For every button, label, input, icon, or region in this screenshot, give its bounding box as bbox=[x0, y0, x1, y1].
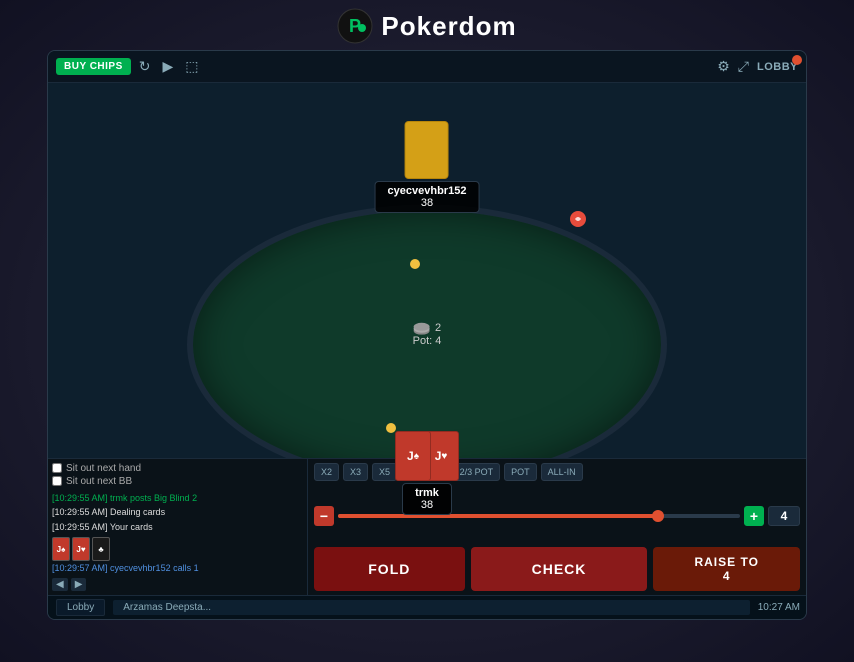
fold-button[interactable]: FOLD bbox=[314, 547, 465, 591]
bet-value: 4 bbox=[768, 506, 800, 526]
close-dot bbox=[792, 55, 802, 65]
bet-size-row: X2 X3 X5 1/2 POT 2/3 POT POT ALL-IN bbox=[314, 463, 800, 481]
status-bar: Lobby Arzamas Deepsta... 10:27 AM bbox=[48, 595, 807, 619]
chat-area: Sit out next hand Sit out next BB [10:29… bbox=[48, 459, 308, 595]
preview-card-2: J♥ bbox=[72, 537, 90, 561]
red-icon bbox=[570, 211, 586, 227]
play-icon[interactable]: ▶ bbox=[159, 56, 178, 77]
slider-decrease[interactable]: − bbox=[314, 506, 334, 526]
hero-name: trmk bbox=[415, 487, 439, 499]
brand-bar: P Pokerdom bbox=[0, 0, 854, 50]
bet-two-thirds-pot-button[interactable]: 2/3 POT bbox=[453, 463, 501, 481]
settings-icon[interactable]: ⚙ bbox=[717, 58, 730, 75]
opponent-info: cyecvevhbr152 38 bbox=[375, 181, 480, 213]
action-buttons: FOLD CHECK RAISE TO 4 bbox=[314, 547, 800, 591]
pot-info: 2 Pot: 4 bbox=[413, 321, 442, 347]
exit-icon[interactable]: ⬚ bbox=[181, 56, 202, 77]
chips-icon bbox=[413, 321, 431, 335]
chat-log: [10:29:55 AM] trmk posts Big Blind 2 [10… bbox=[52, 491, 303, 576]
opponent-name: cyecvevhbr152 bbox=[388, 185, 467, 197]
bet-all-in-button[interactable]: ALL-IN bbox=[541, 463, 583, 481]
table-name: Arzamas Deepsta... bbox=[113, 600, 749, 615]
brand-name: Pokerdom bbox=[381, 11, 516, 42]
refresh-icon[interactable]: ↻ bbox=[135, 56, 155, 77]
raise-label: RAISE TO bbox=[694, 555, 758, 569]
preview-card-3: ♣ bbox=[92, 537, 110, 561]
bet-x2-button[interactable]: X2 bbox=[314, 463, 339, 481]
status-lobby-button[interactable]: Lobby bbox=[56, 599, 105, 616]
chat-msg-3: [10:29:55 AM] Your cards bbox=[52, 520, 303, 535]
card-preview: J♠ J♥ ♣ bbox=[52, 537, 303, 561]
action-area: X2 X3 X5 1/2 POT 2/3 POT POT ALL-IN − + … bbox=[308, 459, 806, 595]
hero-cards: J♠ J♥ bbox=[395, 431, 459, 481]
chat-prev[interactable]: ◀ bbox=[52, 578, 68, 591]
pot-chips-amount: 2 bbox=[435, 322, 441, 334]
sit-out-bb-label[interactable]: Sit out next BB bbox=[52, 476, 303, 487]
bet-x5-button[interactable]: X5 bbox=[372, 463, 397, 481]
opponent-card bbox=[405, 121, 449, 179]
toolbar: BUY CHIPS ↻ ▶ ⬚ ⚙ ⤢ LOBBY bbox=[48, 51, 806, 83]
chat-msg-1: [10:29:55 AM] trmk posts Big Blind 2 bbox=[52, 491, 303, 506]
bet-pot-button[interactable]: POT bbox=[504, 463, 537, 481]
bet-slider-container: − + 4 bbox=[314, 485, 800, 547]
sit-out-bb-checkbox[interactable] bbox=[52, 476, 62, 486]
raise-amount: 4 bbox=[723, 569, 731, 583]
hero-chips: 38 bbox=[415, 499, 439, 511]
slider-increase[interactable]: + bbox=[744, 506, 764, 526]
sit-out-options: Sit out next hand Sit out next BB bbox=[52, 463, 303, 487]
player-bottom: J♠ J♥ trmk 38 bbox=[395, 431, 459, 515]
preview-card-1: J♠ bbox=[52, 537, 70, 561]
bet-x3-button[interactable]: X3 bbox=[343, 463, 368, 481]
brand-logo: P Pokerdom bbox=[337, 8, 516, 44]
chat-msg-2: [10:29:55 AM] Dealing cards bbox=[52, 505, 303, 520]
chat-msg-4: [10:29:57 AM] cyecvevhbr152 calls 1 bbox=[52, 561, 303, 576]
hero-card-1: J♠ bbox=[395, 431, 431, 481]
raise-button[interactable]: RAISE TO 4 bbox=[653, 547, 800, 591]
opponent-chips: 38 bbox=[388, 197, 467, 209]
slider-thumb[interactable] bbox=[652, 510, 664, 522]
pot-label: Pot: 4 bbox=[413, 335, 442, 347]
buy-chips-button[interactable]: BUY CHIPS bbox=[56, 58, 131, 75]
sit-out-hand-label[interactable]: Sit out next hand bbox=[52, 463, 303, 474]
status-time: 10:27 AM bbox=[758, 602, 800, 613]
chat-next[interactable]: ▶ bbox=[71, 578, 87, 591]
player-top: cyecvevhbr152 38 bbox=[375, 121, 480, 213]
sit-out-hand-checkbox[interactable] bbox=[52, 463, 62, 473]
table-area: cyecvevhbr152 38 2 Pot: 4 bbox=[48, 83, 806, 595]
dot-top bbox=[410, 259, 420, 269]
check-button[interactable]: CHECK bbox=[471, 547, 648, 591]
expand-icon[interactable]: ⤢ bbox=[734, 56, 753, 77]
brand-icon: P bbox=[337, 8, 373, 44]
game-window: BUY CHIPS ↻ ▶ ⬚ ⚙ ⤢ LOBBY cyecvevhbr152 … bbox=[47, 50, 807, 620]
slider-fill bbox=[338, 514, 660, 518]
hero-info: trmk 38 bbox=[402, 483, 452, 515]
